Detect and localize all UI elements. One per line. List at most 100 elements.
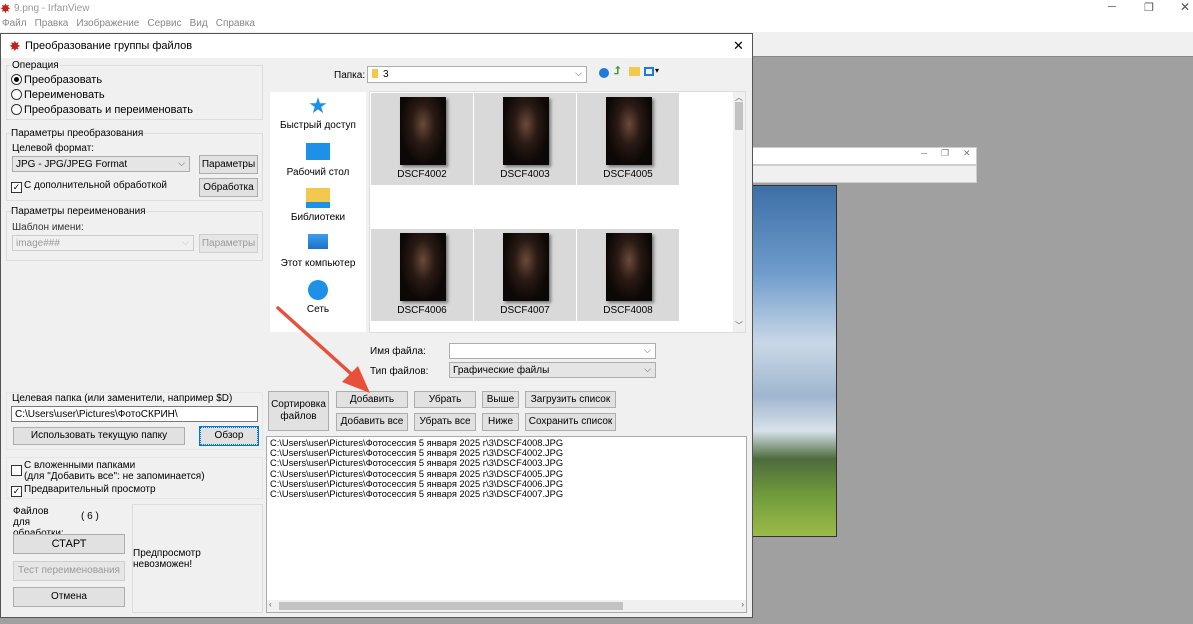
menu-tools[interactable]: Сервис xyxy=(147,18,181,32)
place-quick-access[interactable]: ★ Быстрый доступ xyxy=(270,95,366,132)
thumbnail-item[interactable]: DSCF4008 xyxy=(577,229,679,321)
target-folder-input[interactable]: C:\Users\user\Pictures\ФотоСКРИН\ xyxy=(11,406,258,422)
start-button[interactable]: СТАРТ xyxy=(13,534,125,554)
list-item[interactable]: C:\Users\user\Pictures\Фотосессия 5 янва… xyxy=(270,489,743,499)
subfolders-note: (для "Добавить все": не запоминается) xyxy=(24,471,205,482)
subfolders-checkbox[interactable]: С вложенными папками (для "Добавить все":… xyxy=(11,460,205,482)
thumbnail-item[interactable]: DSCF4005 xyxy=(577,93,679,185)
browser-scrollbar[interactable]: ︿ ﹀ xyxy=(733,92,745,332)
save-list-button[interactable]: Сохранить список xyxy=(525,413,616,431)
scroll-thumb[interactable] xyxy=(735,102,743,130)
close-app-button[interactable]: ✕ xyxy=(1180,0,1190,14)
list-item[interactable]: C:\Users\user\Pictures\Фотосессия 5 янва… xyxy=(270,479,743,489)
place-libraries[interactable]: Библиотеки xyxy=(270,188,366,223)
photo-thumbnail xyxy=(400,97,446,165)
use-current-folder-button[interactable]: Использовать текущую папку xyxy=(13,427,185,445)
desktop-icon xyxy=(306,143,330,160)
menu-file[interactable]: Файл xyxy=(2,18,27,32)
checkbox-empty-icon[interactable] xyxy=(11,465,22,476)
move-down-button[interactable]: Ниже xyxy=(482,413,519,431)
photo-thumbnail xyxy=(606,97,652,165)
preview-text: Предпросмотр невозможен! xyxy=(133,547,201,570)
format-value: JPG - JPG/JPEG Format xyxy=(16,159,128,170)
format-label: Целевой формат: xyxy=(12,143,95,154)
libraries-icon xyxy=(306,188,330,208)
remove-button[interactable]: Убрать xyxy=(414,391,476,408)
rename-params-button: Параметры xyxy=(199,234,258,253)
chevron-down-icon: ⌵ xyxy=(182,237,189,247)
filename-input[interactable]: ⌵ xyxy=(449,343,656,359)
format-select[interactable]: JPG - JPG/JPEG Format ⌵ xyxy=(12,156,190,172)
list-item[interactable]: C:\Users\user\Pictures\Фотосессия 5 янва… xyxy=(270,458,743,468)
menu-edit[interactable]: Правка xyxy=(35,18,69,32)
cancel-button[interactable]: Отмена xyxy=(13,587,125,607)
thumbnail-name: DSCF4007 xyxy=(500,305,550,316)
place-this-pc[interactable]: Этот компьютер xyxy=(270,234,366,269)
remove-all-button[interactable]: Убрать все xyxy=(414,413,476,431)
landscape-image xyxy=(752,185,837,537)
scroll-down-icon[interactable]: ﹀ xyxy=(735,320,743,331)
radio-convert-rename[interactable]: Преобразовать и переименовать xyxy=(11,104,193,116)
menu-view[interactable]: Вид xyxy=(190,18,208,32)
place-label: Библиотеки xyxy=(290,212,346,223)
places-bar: ★ Быстрый доступ Рабочий стол Библиотеки … xyxy=(270,92,366,332)
folder-select[interactable]: 3 ⌵ xyxy=(367,66,587,83)
list-item[interactable]: C:\Users\user\Pictures\Фотосессия 5 янва… xyxy=(270,438,743,448)
load-list-button[interactable]: Загрузить список xyxy=(525,391,616,408)
photo-thumbnail xyxy=(606,233,652,301)
thumbnail-name: DSCF4006 xyxy=(397,305,447,316)
child-minimize-button[interactable]: ─ xyxy=(921,148,927,158)
thumbnail-item[interactable]: DSCF4007 xyxy=(474,229,576,321)
minimize-button[interactable]: ─ xyxy=(1108,1,1116,13)
thumbnail-item[interactable]: DSCF4003 xyxy=(474,93,576,185)
menu-bar: Файл Правка Изображение Сервис Вид Справ… xyxy=(0,18,1193,32)
dialog-close-button[interactable]: ✕ xyxy=(733,38,744,54)
radio-dot[interactable] xyxy=(11,74,22,85)
radio-rename[interactable]: Переименовать xyxy=(11,89,105,101)
input-file-list[interactable]: C:\Users\user\Pictures\Фотосессия 5 янва… xyxy=(266,436,747,613)
checkbox-check-icon[interactable]: ✓ xyxy=(11,486,22,497)
up-folder-icon[interactable]: ⮥ xyxy=(614,65,621,78)
place-desktop[interactable]: Рабочий стол xyxy=(270,143,366,178)
move-up-button[interactable]: Выше xyxy=(482,391,519,408)
thumbnail-name: DSCF4003 xyxy=(500,169,550,180)
list-item[interactable]: C:\Users\user\Pictures\Фотосессия 5 янва… xyxy=(270,469,743,479)
list-item[interactable]: C:\Users\user\Pictures\Фотосессия 5 янва… xyxy=(270,448,743,458)
scroll-thumb[interactable] xyxy=(279,602,623,610)
folder-value: 3 xyxy=(383,69,389,80)
child-close-button[interactable]: ✕ xyxy=(963,148,971,159)
back-icon[interactable] xyxy=(599,68,609,78)
browse-button[interactable]: Обзор xyxy=(199,426,259,446)
photo-thumbnail xyxy=(503,97,549,165)
child-restore-button[interactable]: ❐ xyxy=(941,148,949,159)
restore-button[interactable]: ❐ xyxy=(1144,1,1154,14)
scroll-right-icon[interactable]: › xyxy=(741,600,744,610)
new-folder-icon[interactable] xyxy=(629,67,640,76)
radio-convert[interactable]: Преобразовать xyxy=(11,74,102,86)
format-params-button[interactable]: Параметры xyxy=(199,155,258,174)
thumbnail-item[interactable]: DSCF4002 xyxy=(371,93,473,185)
annotation-arrow xyxy=(276,306,370,393)
template-select: image### ⌵ xyxy=(12,235,194,251)
chevron-down-icon[interactable]: ▾ xyxy=(655,66,659,75)
chevron-down-icon: ⌵ xyxy=(644,345,651,355)
extra-processing-checkbox[interactable]: ✓ С дополнительной обработкой xyxy=(11,180,167,193)
radio-dot[interactable] xyxy=(11,104,22,115)
checkbox-check-icon[interactable]: ✓ xyxy=(11,182,22,193)
preview-checkbox[interactable]: ✓ Предварительный просмотр xyxy=(11,484,156,497)
app-titlebar: ✸ 9.png - IrfanView ─ ❐ ✕ xyxy=(0,0,1193,18)
folder-icon xyxy=(372,69,378,78)
view-menu-icon[interactable] xyxy=(644,67,654,76)
thumbnail-item[interactable]: DSCF4006 xyxy=(371,229,473,321)
scroll-left-icon[interactable]: ‹ xyxy=(269,600,272,610)
menu-help[interactable]: Справка xyxy=(216,18,255,32)
add-all-button[interactable]: Добавить все xyxy=(336,413,408,431)
dialog-title: Преобразование группы файлов xyxy=(25,40,193,52)
radio-dot[interactable] xyxy=(11,89,22,100)
filetype-select[interactable]: Графические файлы ⌵ xyxy=(449,362,656,378)
menu-image[interactable]: Изображение xyxy=(76,18,139,32)
computer-icon xyxy=(308,234,328,249)
processing-button[interactable]: Обработка xyxy=(199,178,258,197)
horizontal-scrollbar[interactable]: ‹ › xyxy=(267,600,746,612)
radio-convert-label: Преобразовать xyxy=(24,74,103,86)
